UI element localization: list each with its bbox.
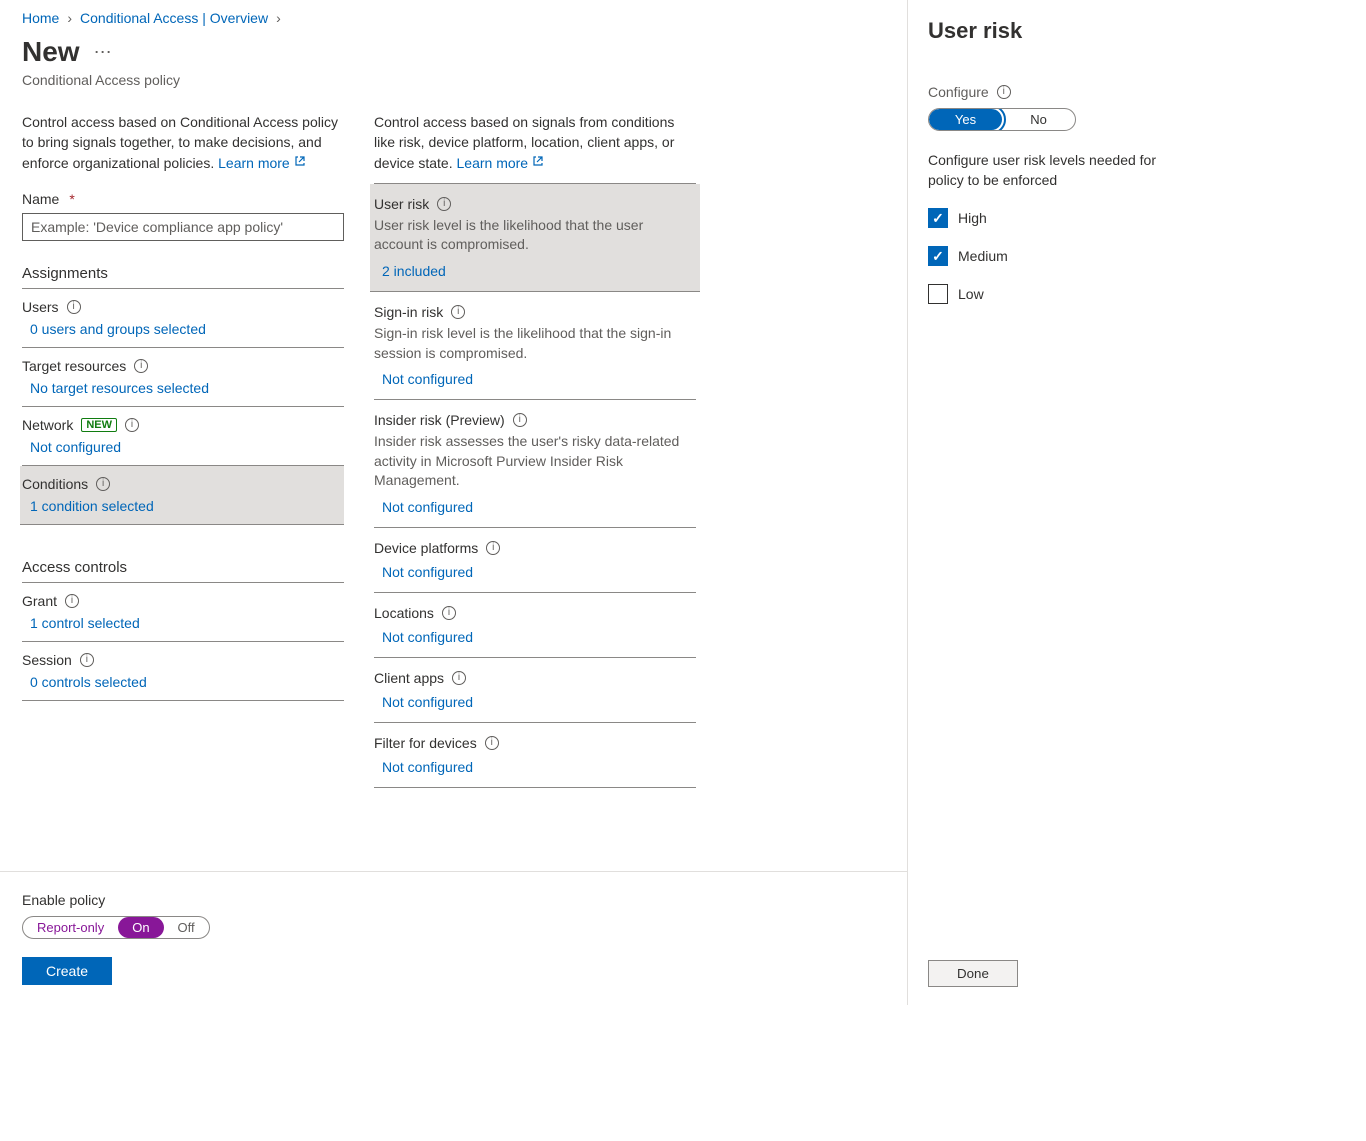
info-icon[interactable]: i [451,305,465,319]
locations-condition[interactable]: Locations i Not configured [374,593,696,658]
footer: Enable policy Report-only On Off Create [0,871,907,1005]
info-icon[interactable]: i [125,418,139,432]
network-item[interactable]: Network NEW i Not configured [22,407,344,466]
new-badge: NEW [81,418,117,432]
checkbox-icon[interactable] [928,208,948,228]
configure-yes[interactable]: Yes [929,109,1002,130]
configure-no[interactable]: No [1002,109,1075,130]
done-button[interactable]: Done [928,960,1018,987]
info-icon[interactable]: i [485,736,499,750]
toggle-on[interactable]: On [118,917,163,938]
configure-toggle[interactable]: Yes No [928,108,1076,131]
info-icon[interactable]: i [65,594,79,608]
users-item[interactable]: Users i 0 users and groups selected [22,289,344,348]
configure-description: Configure user risk levels needed for po… [928,151,1183,190]
session-item[interactable]: Session i 0 controls selected [22,642,344,701]
client-apps-status-link[interactable]: Not configured [374,694,696,710]
external-link-icon [532,153,544,173]
assignments-header: Assignments [22,265,344,289]
page-subtitle: Conditional Access policy [22,72,907,88]
filter-devices-status-link[interactable]: Not configured [374,759,696,775]
device-platforms-condition[interactable]: Device platforms i Not configured [374,528,696,593]
filter-devices-condition[interactable]: Filter for devices i Not configured [374,723,696,788]
policy-description: Control access based on Conditional Acce… [22,112,344,173]
client-apps-condition[interactable]: Client apps i Not configured [374,658,696,723]
enable-policy-label: Enable policy [22,892,885,908]
create-button[interactable]: Create [22,957,112,985]
user-risk-condition[interactable]: User risk i User risk level is the likel… [370,184,700,292]
locations-status-link[interactable]: Not configured [374,629,696,645]
info-icon[interactable]: i [67,300,81,314]
external-link-icon [294,153,306,173]
target-status-link[interactable]: No target resources selected [22,380,344,396]
breadcrumb-home[interactable]: Home [22,10,59,26]
user-risk-status-link[interactable]: 2 included [374,263,696,279]
grant-status-link[interactable]: 1 control selected [22,615,344,631]
info-icon[interactable]: i [442,606,456,620]
enable-policy-toggle[interactable]: Report-only On Off [22,916,210,939]
chevron-right-icon: › [276,10,281,26]
checkbox-icon[interactable] [928,284,948,304]
access-controls-header: Access controls [22,559,344,583]
checkbox-icon[interactable] [928,246,948,266]
grant-item[interactable]: Grant i 1 control selected [22,583,344,642]
toggle-report-only[interactable]: Report-only [23,917,118,938]
info-icon[interactable]: i [96,477,110,491]
conditions-status-link[interactable]: 1 condition selected [22,498,344,514]
configure-label: Configure i [928,84,1183,100]
user-risk-panel: User risk Configure i Yes No Configure u… [907,0,1203,1005]
policy-name-input[interactable] [22,213,344,241]
info-icon[interactable]: i [997,85,1011,99]
info-icon[interactable]: i [80,653,94,667]
learn-more-link[interactable]: Learn more [457,155,544,171]
risk-low-row[interactable]: Low [928,284,1183,304]
network-status-link[interactable]: Not configured [22,439,344,455]
toggle-off[interactable]: Off [164,917,209,938]
info-icon[interactable]: i [513,413,527,427]
page-title: New [22,36,80,68]
breadcrumb-overview[interactable]: Conditional Access | Overview [80,10,268,26]
chevron-right-icon: › [67,10,72,26]
more-actions-icon[interactable]: ⋯ [94,42,114,63]
risk-high-row[interactable]: High [928,208,1183,228]
insider-risk-condition[interactable]: Insider risk (Preview) i Insider risk as… [374,400,696,528]
signin-risk-status-link[interactable]: Not configured [374,371,696,387]
panel-title: User risk [928,18,1183,44]
signin-risk-condition[interactable]: Sign-in risk i Sign-in risk level is the… [374,292,696,400]
risk-medium-row[interactable]: Medium [928,246,1183,266]
conditions-item[interactable]: Conditions i 1 condition selected [20,466,344,525]
info-icon[interactable]: i [437,197,451,211]
info-icon[interactable]: i [486,541,500,555]
learn-more-link[interactable]: Learn more [218,155,305,171]
info-icon[interactable]: i [452,671,466,685]
conditions-description: Control access based on signals from con… [374,112,696,173]
session-status-link[interactable]: 0 controls selected [22,674,344,690]
device-platforms-status-link[interactable]: Not configured [374,564,696,580]
target-resources-item[interactable]: Target resources i No target resources s… [22,348,344,407]
breadcrumb: Home › Conditional Access | Overview › [22,10,907,26]
insider-risk-status-link[interactable]: Not configured [374,499,696,515]
info-icon[interactable]: i [134,359,148,373]
users-status-link[interactable]: 0 users and groups selected [22,321,344,337]
name-label: Name* [22,191,344,207]
